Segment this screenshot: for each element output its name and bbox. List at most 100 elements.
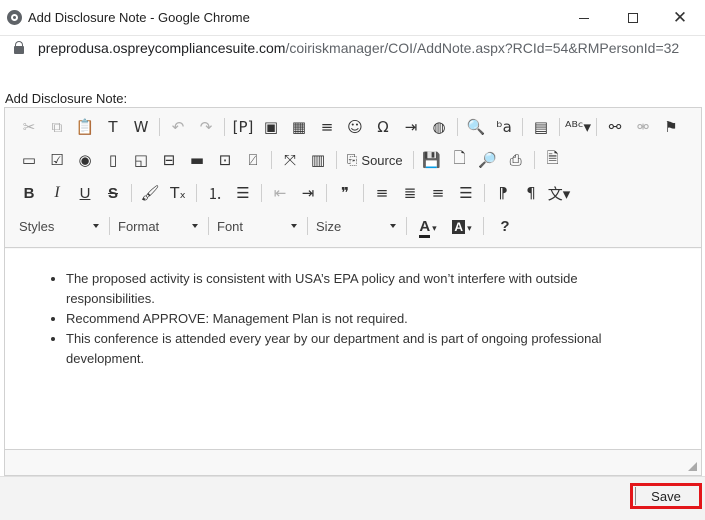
bg-color-button[interactable]: A ▾ [445, 213, 479, 239]
align-center-button[interactable]: ≣ [396, 180, 424, 206]
special-char-button[interactable]: Ω [369, 114, 397, 140]
save-button[interactable]: Save [630, 483, 702, 509]
maximize-button[interactable]: ⤧ [276, 147, 304, 173]
templates-button[interactable]: 🗎 [539, 147, 567, 173]
paste-text-button[interactable]: T [99, 114, 127, 140]
align-center-icon: ≣ [403, 184, 417, 202]
hidden-field-button[interactable]: ⍁ [239, 147, 267, 173]
cut-button[interactable]: ✂ [15, 114, 43, 140]
bold-button[interactable]: B [15, 180, 43, 206]
radio-button[interactable]: ◉ [71, 147, 99, 173]
save-button[interactable]: 💾 [418, 147, 446, 173]
toolbar-separator [533, 151, 535, 169]
form-button[interactable]: ▭ [15, 147, 43, 173]
paste-word-button[interactable]: W [127, 114, 155, 140]
special-char-icon: Ω [377, 118, 389, 136]
spellcheck-button[interactable]: ᴬᴮᶜ▾ [564, 114, 592, 140]
show-blocks-icon: ▥ [310, 151, 326, 169]
ltr-button[interactable]: ⁋ [489, 180, 517, 206]
copy-format-icon: 🖌 [140, 184, 160, 202]
text-field-icon: ▯ [108, 151, 118, 169]
select-all-button[interactable]: ▤ [527, 114, 555, 140]
dialog-footer: Save [0, 476, 705, 520]
font-dropdown-label: Font [217, 218, 244, 234]
preview-button[interactable]: 🔎 [474, 147, 502, 173]
remove-format-button[interactable]: Tₓ [164, 180, 192, 206]
close-button[interactable]: ✕ [657, 0, 703, 36]
copy-format-button[interactable]: 🖌 [136, 180, 164, 206]
iframe-icon: ◍ [432, 118, 446, 136]
font-dropdown[interactable]: Font [213, 214, 303, 238]
maximize-icon: ⤧ [283, 151, 296, 169]
redo-icon: ↷ [199, 118, 213, 136]
toolbar-row-1: ✂ ⧉ 📋 T W ↶ ↷ [P] ▣ ▦ ≡ ☺ Ω ⇥ ◍ 🔍 ᵇa ▤ ᴬᴮᶜ▾ ⚯ ⚮ ⚑ [15, 113, 685, 141]
editor-content-area[interactable]: The proposed activity is consistent with… [5, 249, 701, 449]
numbered-list-icon: ⒈ [207, 184, 223, 203]
select-button[interactable]: ⊟ [155, 147, 183, 173]
horizontal-line-icon: ≡ [320, 118, 334, 136]
source-button[interactable]: ⎘ Source [341, 147, 409, 173]
url-text[interactable]: preprodusa.ospreycompliancesuite.com/coi… [38, 40, 679, 56]
indent-button[interactable]: ⇥ [294, 180, 322, 206]
save-button-label: Save [651, 488, 681, 504]
table-button[interactable]: ▦ [285, 114, 313, 140]
align-justify-button[interactable]: ☰ [452, 180, 480, 206]
blockquote-button[interactable]: ❞ [331, 180, 359, 206]
replace-button[interactable]: ᵇa [490, 114, 518, 140]
find-button[interactable]: 🔍 [462, 114, 490, 140]
smiley-button[interactable]: ☺ [341, 114, 369, 140]
outdent-button[interactable]: ⇤ [266, 180, 294, 206]
italic-button[interactable]: I [43, 180, 71, 206]
styles-dropdown[interactable]: Styles [15, 214, 105, 238]
numbered-list-button[interactable]: ⒈ [201, 180, 229, 206]
link-button[interactable]: ⚯ [601, 114, 629, 140]
text-color-button[interactable]: A ▾ [411, 213, 445, 239]
placeholder-button[interactable]: [P] [229, 114, 257, 140]
list-item: This conference is attended every year b… [66, 329, 626, 369]
iframe-button[interactable]: ◍ [425, 114, 453, 140]
rich-text-editor: ✂ ⧉ 📋 T W ↶ ↷ [P] ▣ ▦ ≡ ☺ Ω ⇥ ◍ 🔍 ᵇa ▤ ᴬᴮᶜ▾ ⚯ ⚮ ⚑ ▭ ☑ ◉ ▯ ◱ ⊟ ▬ ⊡ ⍁ ⤧ ▥… [4, 107, 702, 476]
show-blocks-button[interactable]: ▥ [304, 147, 332, 173]
button-icon: ▬ [189, 151, 205, 169]
radio-icon: ◉ [78, 151, 92, 169]
size-dropdown[interactable]: Size [312, 214, 402, 238]
anchor-flag-button[interactable]: ⚑ [657, 114, 685, 140]
align-left-button[interactable]: ≡ [368, 180, 396, 206]
maximize-button[interactable] [610, 0, 656, 36]
language-button[interactable]: 文▾ [545, 180, 573, 206]
page-break-button[interactable]: ⇥ [397, 114, 425, 140]
print-button[interactable]: ⎙ [502, 147, 530, 173]
unlink-button[interactable]: ⚮ [629, 114, 657, 140]
image-button[interactable]: ▣ [257, 114, 285, 140]
smiley-icon: ☺ [347, 118, 363, 136]
format-dropdown[interactable]: Format [114, 214, 204, 238]
button-button[interactable]: ▬ [183, 147, 211, 173]
minimize-button[interactable] [561, 0, 607, 36]
paste-icon: 📋 [75, 118, 95, 136]
underline-button[interactable]: U [71, 180, 99, 206]
horizontal-line-button[interactable]: ≡ [313, 114, 341, 140]
align-right-button[interactable]: ≡ [424, 180, 452, 206]
paste-word-icon: W [133, 118, 149, 136]
new-page-button[interactable]: 🗋 [446, 147, 474, 173]
cut-icon: ✂ [22, 118, 36, 136]
textarea-button[interactable]: ◱ [127, 147, 155, 173]
format-dropdown-label: Format [118, 218, 160, 234]
address-bar[interactable]: preprodusa.ospreycompliancesuite.com/coi… [0, 36, 705, 62]
checkbox-button[interactable]: ☑ [43, 147, 71, 173]
rtl-icon: ¶ [526, 184, 536, 202]
strike-button[interactable]: S [99, 180, 127, 206]
help-button[interactable]: ? [488, 213, 522, 239]
toolbar-separator [363, 184, 364, 202]
disclosure-note-label: Add Disclosure Note: [5, 91, 128, 106]
undo-button[interactable]: ↶ [164, 114, 192, 140]
paste-button[interactable]: 📋 [71, 114, 99, 140]
rtl-button[interactable]: ¶ [517, 180, 545, 206]
unlink-icon: ⚮ [636, 118, 650, 136]
copy-button[interactable]: ⧉ [43, 114, 71, 140]
bulleted-list-button[interactable]: ☰ [229, 180, 257, 206]
resize-handle-icon[interactable] [688, 462, 697, 471]
text-field-button[interactable]: ▯ [99, 147, 127, 173]
redo-button[interactable]: ↷ [192, 114, 220, 140]
image-button-button[interactable]: ⊡ [211, 147, 239, 173]
